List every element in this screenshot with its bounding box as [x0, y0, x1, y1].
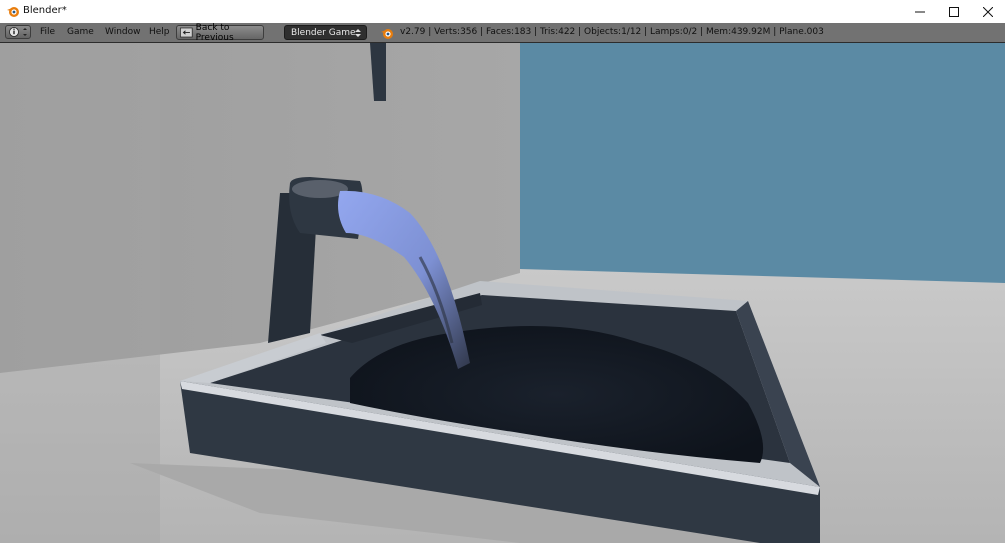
- minimize-button[interactable]: [903, 0, 937, 23]
- blender-info-header: File Game Window Help Back to Previous B…: [0, 23, 1005, 43]
- render-engine-value: Blender Game: [291, 27, 356, 38]
- window-title: Blender*: [23, 5, 67, 16]
- minimize-icon: [915, 11, 925, 12]
- blender-window: Blender* File Game Window Help Back to P…: [0, 0, 1005, 543]
- scene-statistics: v2.79 | Verts:356 | Faces:183 | Tris:422…: [400, 27, 824, 37]
- menu-file[interactable]: File: [40, 27, 55, 37]
- blender-app-icon: [7, 7, 19, 17]
- close-button[interactable]: [971, 0, 1005, 23]
- maximize-icon: [949, 6, 959, 17]
- viewport-scene: [0, 43, 1005, 543]
- close-icon: [983, 6, 993, 17]
- window-title-bar[interactable]: Blender*: [0, 0, 1005, 23]
- menu-window[interactable]: Window: [105, 27, 141, 37]
- info-icon: [9, 27, 27, 37]
- render-engine-dropdown[interactable]: Blender Game: [284, 25, 367, 40]
- wall-shading: [0, 43, 160, 543]
- menu-help[interactable]: Help: [149, 27, 170, 37]
- back-to-previous-label: Back to Previous: [195, 22, 234, 43]
- maximize-button[interactable]: [937, 0, 971, 23]
- back-screen-icon: [180, 27, 193, 38]
- menu-game[interactable]: Game: [67, 27, 94, 37]
- back-to-previous-button[interactable]: Back to Previous: [176, 22, 264, 43]
- editor-type-selector[interactable]: [5, 25, 31, 39]
- blender-logo-icon: [381, 29, 393, 39]
- dropdown-arrows-icon: [355, 29, 361, 37]
- game-viewport[interactable]: [0, 43, 1005, 543]
